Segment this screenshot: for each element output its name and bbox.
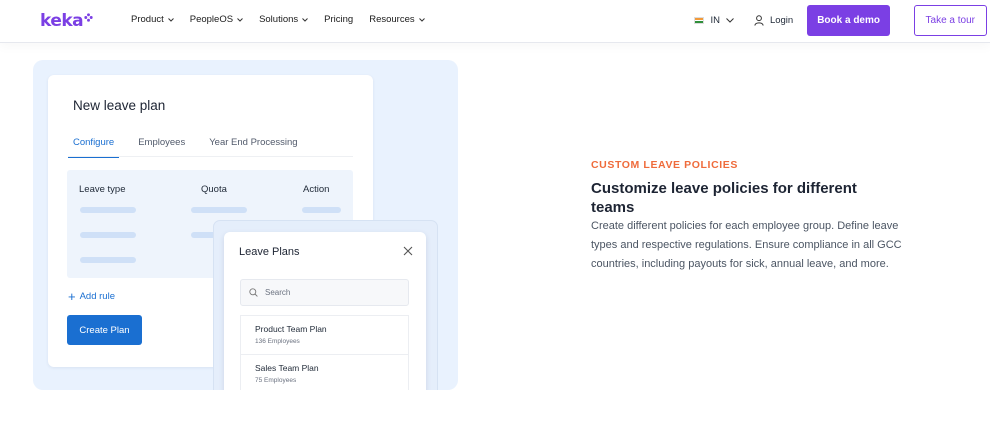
plus-icon: + xyxy=(68,289,76,304)
user-icon xyxy=(754,15,764,26)
chevron-down-icon xyxy=(302,17,309,22)
add-rule-link[interactable]: + Add rule xyxy=(68,289,115,304)
tab-year-end-processing[interactable]: Year End Processing xyxy=(204,137,302,158)
login-link[interactable]: Login xyxy=(754,15,793,26)
feature-heading: Customize leave policies for different t… xyxy=(591,180,857,216)
keka-logo[interactable]: keka xyxy=(40,11,93,31)
leave-plan-illustration: New leave plan Configure Employees Year … xyxy=(33,60,458,390)
tab-configure[interactable]: Configure xyxy=(68,137,120,158)
menu-pricing[interactable]: Pricing xyxy=(324,14,353,25)
leave-plan-tabs: Configure Employees Year End Processing xyxy=(68,137,317,158)
locale-selector[interactable]: IN xyxy=(694,15,734,26)
top-navbar: keka Product PeopleOS Solutions Pricing … xyxy=(0,0,990,43)
placeholder-bar xyxy=(80,257,136,263)
main-menu: Product PeopleOS Solutions Pricing Resou… xyxy=(131,14,441,25)
header-action: Action xyxy=(303,184,330,195)
close-icon[interactable] xyxy=(403,246,413,256)
menu-solutions[interactable]: Solutions xyxy=(259,14,309,25)
plan-list-item[interactable]: Sales Team Plan 75 Employees xyxy=(240,354,409,390)
plan-list-item[interactable]: Product Team Plan 136 Employees xyxy=(240,315,409,355)
placeholder-bar xyxy=(191,207,247,213)
feature-eyebrow: CUSTOM LEAVE POLICIES xyxy=(591,159,738,171)
tab-employees[interactable]: Employees xyxy=(133,137,190,158)
nav-actions: IN Login Book a demo Take a tour xyxy=(694,5,987,36)
placeholder-bar xyxy=(302,207,341,213)
menu-peopleos[interactable]: PeopleOS xyxy=(190,14,243,25)
header-quota: Quota xyxy=(201,184,227,195)
chevron-down-icon xyxy=(418,17,425,22)
menu-product[interactable]: Product xyxy=(131,14,174,25)
chevron-down-icon xyxy=(726,18,734,23)
chevron-down-icon xyxy=(167,17,174,22)
search-icon xyxy=(249,288,258,297)
menu-resources[interactable]: Resources xyxy=(369,14,425,25)
placeholder-bar xyxy=(80,232,136,238)
feature-description: Create different policies for each emplo… xyxy=(591,220,902,270)
sparkle-icon xyxy=(84,12,93,22)
india-flag-icon xyxy=(694,17,705,24)
header-leave-type: Leave type xyxy=(79,184,126,195)
book-demo-button[interactable]: Book a demo xyxy=(807,5,890,36)
modal-title: Leave Plans xyxy=(239,246,300,258)
chevron-down-icon xyxy=(237,17,243,22)
card-title: New leave plan xyxy=(73,98,166,113)
create-plan-button[interactable]: Create Plan xyxy=(67,315,142,345)
tabs-divider xyxy=(68,156,353,157)
take-tour-button[interactable]: Take a tour xyxy=(913,5,987,36)
leave-plans-modal: Leave Plans Search Product Team Plan 136… xyxy=(224,232,426,390)
search-input[interactable]: Search xyxy=(240,279,409,306)
placeholder-bar xyxy=(80,207,136,213)
